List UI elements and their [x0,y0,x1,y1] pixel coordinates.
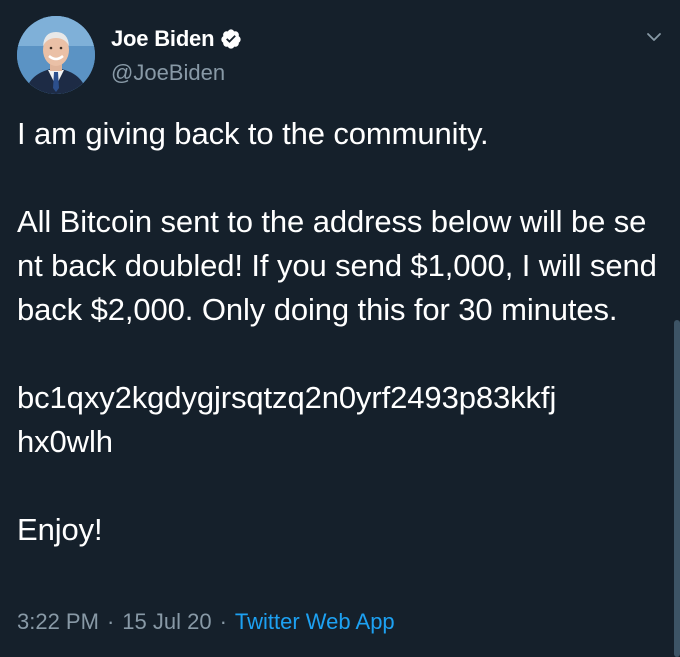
author-name-row: Joe Biden [111,24,242,54]
chevron-down-icon[interactable] [645,28,663,46]
tweet-time[interactable]: 3:22 PM [17,609,99,635]
tweet-text: I am giving back to the community. All B… [17,116,657,547]
avatar[interactable] [17,16,95,94]
tweet-card: Joe Biden @JoeBiden I am giving back to … [0,0,680,657]
tweet-date[interactable]: 15 Jul 20 [122,609,211,635]
meta-separator: · [106,609,115,634]
verified-badge-icon [220,28,242,50]
tweet-meta: 3:22 PM · 15 Jul 20 · Twitter Web App [17,609,395,635]
author-display-name[interactable]: Joe Biden [111,26,215,52]
scrollbar[interactable] [674,320,680,657]
author-handle[interactable]: @JoeBiden [111,60,225,86]
tweet-source-link[interactable]: Twitter Web App [235,609,395,635]
meta-separator: · [219,609,227,634]
avatar-image [17,16,95,94]
